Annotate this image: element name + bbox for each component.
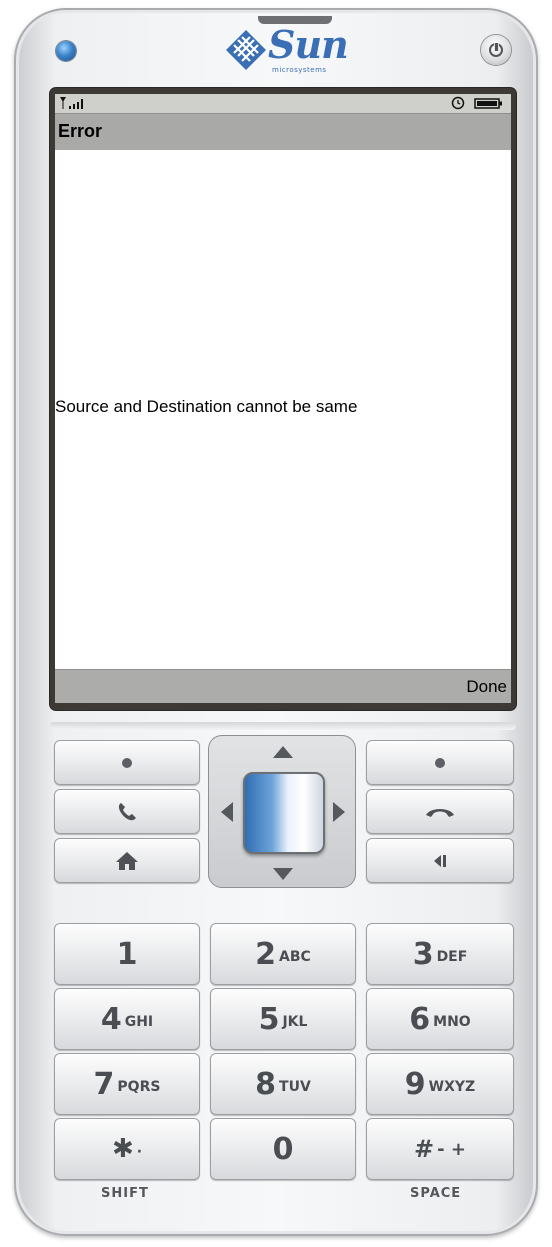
back-key[interactable] <box>366 838 514 883</box>
home-icon <box>116 851 138 870</box>
phone-call-icon <box>118 802 136 820</box>
soft-key-left-dot <box>122 757 132 768</box>
key-4[interactable]: 4 GHI <box>54 988 200 1050</box>
power-button[interactable] <box>481 35 511 65</box>
key-star[interactable]: ✱ · <box>54 1118 200 1180</box>
screen-title: Error <box>58 121 103 141</box>
keypad-top-edge <box>50 722 516 730</box>
space-label: SPACE <box>410 1186 462 1201</box>
key-7[interactable]: 7 PQRS <box>54 1053 200 1115</box>
error-message: Source and Destination cannot be same <box>55 397 358 416</box>
title-bar: Error <box>55 113 511 150</box>
call-key[interactable] <box>54 789 200 834</box>
nav-down-icon[interactable] <box>273 868 293 880</box>
end-call-key[interactable] <box>366 789 514 834</box>
brand-name: Sun <box>268 22 349 67</box>
select-button[interactable] <box>243 772 325 854</box>
brand-logo: Sun microsystems <box>224 22 364 76</box>
key-5[interactable]: 5 JKL <box>210 988 356 1050</box>
sun-diamond-icon <box>226 30 266 70</box>
nav-right-icon[interactable] <box>333 802 345 822</box>
softkey-bar: Done <box>55 669 511 703</box>
backspace-icon <box>434 854 446 867</box>
nav-left-icon[interactable] <box>221 802 233 822</box>
screen: Error Source and Destination cannot be s… <box>55 94 511 703</box>
key-0[interactable]: 0 <box>210 1118 356 1180</box>
signal-strength-icon <box>59 97 93 112</box>
key-2[interactable]: 2 ABC <box>210 923 356 985</box>
key-6[interactable]: 6 MNO <box>366 988 514 1050</box>
key-1[interactable]: 1 <box>54 923 200 985</box>
status-icons <box>449 96 505 114</box>
done-softkey[interactable]: Done <box>466 677 507 697</box>
key-8[interactable]: 8 TUV <box>210 1053 356 1115</box>
key-3[interactable]: 3 DEF <box>366 923 514 985</box>
phone-hangup-icon <box>426 808 454 817</box>
soft-key-right-dot <box>435 757 445 768</box>
power-icon <box>489 43 503 57</box>
left-soft-key[interactable] <box>54 740 200 785</box>
key-9[interactable]: 9 WXYZ <box>366 1053 514 1115</box>
status-led <box>56 41 76 61</box>
home-key[interactable] <box>54 838 200 883</box>
navigation-dpad[interactable] <box>208 735 356 888</box>
shift-label: SHIFT <box>101 1186 149 1201</box>
key-hash[interactable]: # - + <box>366 1118 514 1180</box>
nav-up-icon[interactable] <box>273 746 293 758</box>
right-soft-key[interactable] <box>366 740 514 785</box>
status-bar <box>55 94 511 113</box>
brand-subname: microsystems <box>272 66 327 74</box>
